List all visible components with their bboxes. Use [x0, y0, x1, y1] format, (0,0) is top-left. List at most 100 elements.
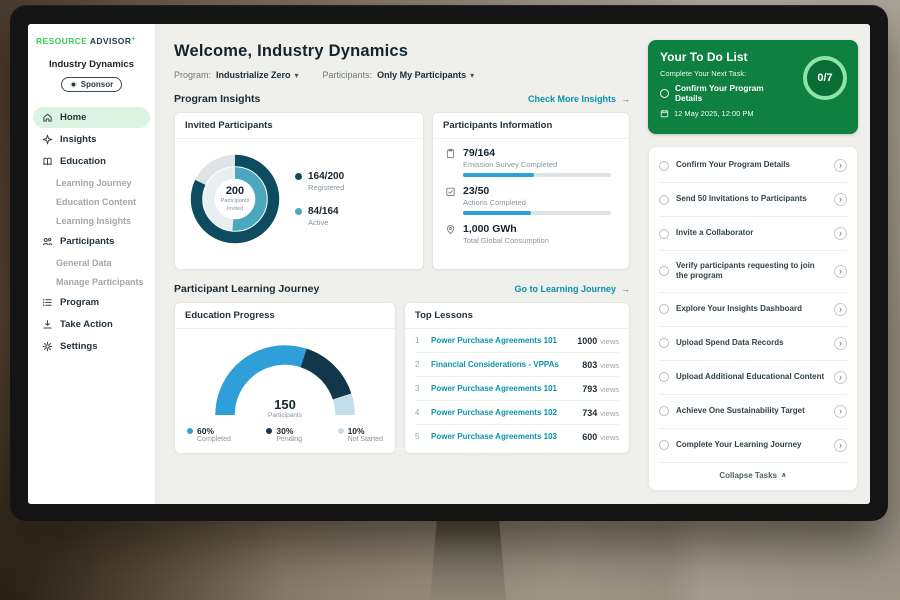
lesson-link[interactable]: Power Purchase Agreements 101 — [431, 336, 570, 345]
task-label: Send 50 Invitations to Participants — [676, 194, 827, 204]
task-label: Achieve One Sustainability Target — [676, 406, 827, 416]
go-to-learning-journey-link[interactable]: Go to Learning Journey → — [514, 284, 630, 294]
chevron-up-icon: ∧ — [781, 471, 787, 479]
participants-filter-dropdown[interactable]: Only My Participants ▾ — [377, 70, 474, 80]
sidebar-item-manage-participants[interactable]: Manage Participants — [28, 272, 155, 291]
todo-task-row[interactable]: Send 50 Invitations to Participants › — [659, 183, 847, 217]
todo-task-row[interactable]: Explore Your Insights Dashboard› — [659, 293, 847, 327]
link-label: Go to Learning Journey — [514, 284, 616, 294]
learning-journey-cards: Education Progress 150 Participants — [174, 302, 630, 454]
task-checkbox[interactable] — [659, 406, 669, 416]
legend-label: Registered — [308, 183, 344, 192]
sponsor-badge-wrap: Sponsor — [28, 75, 155, 93]
lesson-link[interactable]: Power Purchase Agreements 102 — [431, 408, 575, 417]
todo-task-row[interactable]: Complete Your Learning Journey › — [659, 429, 847, 463]
sidebar-item-take-action[interactable]: Take Action — [33, 314, 150, 335]
donut-center-value: 200 — [226, 185, 244, 197]
lesson-views-suffix: views — [600, 409, 619, 418]
task-chevron-icon[interactable]: › — [834, 439, 847, 452]
task-checkbox[interactable] — [659, 266, 669, 276]
program-insights-header: Program Insights Check More Insights → — [174, 93, 630, 105]
sidebar-item-label: Program — [60, 297, 99, 308]
sidebar-item-home[interactable]: Home — [33, 107, 150, 128]
task-chevron-icon[interactable]: › — [834, 405, 847, 418]
todo-task-row[interactable]: Verify participants requesting to join t… — [659, 251, 847, 293]
sidebar-item-learning-insights[interactable]: Learning Insights — [28, 211, 155, 230]
lesson-link[interactable]: Power Purchase Agreements 103 — [431, 432, 575, 441]
task-checkbox[interactable] — [659, 372, 669, 382]
task-chevron-icon[interactable]: › — [834, 371, 847, 384]
sidebar-item-general-data[interactable]: General Data — [28, 253, 155, 272]
gauge-chart-wrap: 150 Participants — [210, 337, 360, 419]
sidebar-item-education[interactable]: Education — [33, 151, 150, 172]
collapse-tasks-link[interactable]: Collapse Tasks ∧ — [659, 463, 847, 486]
todo-task-row[interactable]: Upload Additional Educational Content› — [659, 361, 847, 395]
task-chevron-icon[interactable]: › — [834, 193, 847, 206]
arrow-right-icon: → — [621, 284, 630, 294]
todo-task-row[interactable]: Upload Spend Data Records› — [659, 327, 847, 361]
todo-summary-card: Your To Do List Complete Your Next Task:… — [648, 40, 858, 134]
home-icon — [42, 112, 53, 123]
lesson-link[interactable]: Power Purchase Agreements 101 — [431, 384, 575, 393]
stat-value: 79/164 — [463, 147, 617, 159]
monitor-bezel: RESOURCE ADVISOR+ Industry Dynamics Spon… — [10, 5, 888, 521]
lesson-rank: 1 — [415, 336, 424, 345]
arrow-right-icon: → — [621, 94, 630, 104]
task-chevron-icon[interactable]: › — [834, 265, 847, 278]
stat-bar-fill-0 — [463, 173, 534, 177]
task-checkbox[interactable] — [659, 195, 669, 205]
stat-row-actions: 23/50 Actions Completed — [433, 177, 629, 215]
legend-item-registered: 164/200 Registered — [295, 171, 344, 192]
lesson-row: 3Power Purchase Agreements 101793views — [415, 377, 619, 401]
lesson-link[interactable]: Financial Considerations - VPPAs — [431, 360, 575, 369]
program-insights-cards: Invited Participants 200 Participants In… — [174, 112, 630, 270]
task-chevron-icon[interactable]: › — [834, 227, 847, 240]
legend-dot-completed — [187, 428, 193, 434]
task-chevron-icon[interactable]: › — [834, 337, 847, 350]
lesson-views: 803views — [582, 360, 619, 370]
sidebar-item-settings[interactable]: Settings — [33, 336, 150, 357]
lesson-row: 5Power Purchase Agreements 103600views — [415, 425, 619, 448]
task-checkbox[interactable] — [659, 161, 669, 171]
card-title: Invited Participants — [175, 113, 423, 139]
lesson-views-count: 1000 — [577, 336, 597, 346]
lesson-row: 2Financial Considerations - VPPAs803view… — [415, 353, 619, 377]
task-chevron-icon[interactable]: › — [834, 303, 847, 316]
legend-item-pending: 30% Pending — [266, 426, 302, 443]
todo-progress-ring: 0/7 — [803, 56, 847, 100]
stat-label: Actions Completed — [463, 198, 617, 207]
program-filter-dropdown[interactable]: Industrialize Zero ▾ — [216, 70, 299, 80]
sidebar-item-participants[interactable]: Participants — [33, 231, 150, 252]
sidebar-item-education-content[interactable]: Education Content — [28, 192, 155, 211]
program-filter-value: Industrialize Zero — [216, 70, 291, 80]
sidebar: RESOURCE ADVISOR+ Industry Dynamics Spon… — [28, 24, 156, 504]
task-chevron-icon[interactable]: › — [834, 159, 847, 172]
task-label: Complete Your Learning Journey — [676, 440, 827, 450]
education-progress-card: Education Progress 150 Participants — [174, 302, 396, 454]
todo-task-list: Confirm Your Program Details›Send 50 Inv… — [659, 149, 847, 463]
legend-item-completed: 60% Completed — [187, 426, 231, 443]
sidebar-item-label: Learning Journey — [56, 178, 132, 188]
task-checkbox[interactable] — [659, 229, 669, 239]
brand-plus: + — [131, 36, 136, 43]
task-checkbox[interactable] — [659, 304, 669, 314]
next-task-checkbox[interactable] — [660, 89, 669, 98]
check-more-insights-link[interactable]: Check More Insights → — [528, 94, 630, 104]
task-checkbox[interactable] — [659, 440, 669, 450]
participants-filter: Participants: Only My Participants ▾ — [323, 70, 475, 80]
stat-label: Emission Survey Completed — [463, 160, 617, 169]
participants-filter-value: Only My Participants — [377, 70, 466, 80]
todo-task-row[interactable]: Achieve One Sustainability Target › — [659, 395, 847, 429]
lesson-views-suffix: views — [600, 361, 619, 370]
legend-dot-active — [295, 208, 302, 215]
todo-task-row[interactable]: Confirm Your Program Details› — [659, 149, 847, 183]
task-checkbox[interactable] — [659, 338, 669, 348]
sidebar-item-program[interactable]: Program — [33, 292, 150, 313]
sponsor-badge-icon — [70, 81, 77, 88]
todo-task-row[interactable]: Invite a Collaborator› — [659, 217, 847, 251]
recent-news-card: Recent News — [648, 503, 858, 504]
sidebar-item-learning-journey[interactable]: Learning Journey — [28, 173, 155, 192]
lesson-views-count: 734 — [582, 408, 597, 418]
sidebar-item-insights[interactable]: Insights — [33, 129, 150, 150]
chevron-down-icon: ▾ — [470, 71, 474, 80]
